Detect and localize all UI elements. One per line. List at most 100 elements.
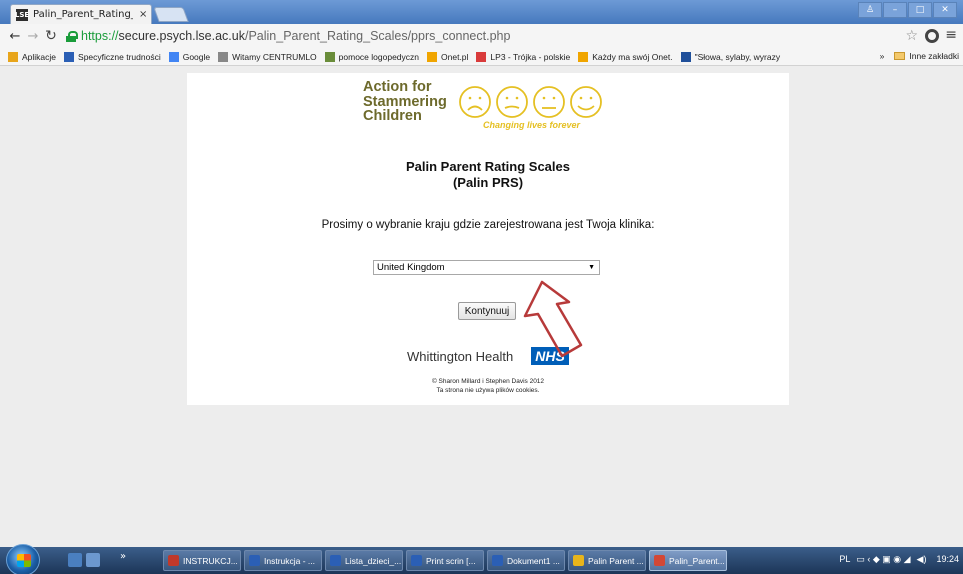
taskbar-item-label: Instrukcja - ... bbox=[264, 555, 316, 566]
new-tab-button[interactable] bbox=[153, 7, 189, 22]
taskbar-item[interactable]: INSTRUKCJ... bbox=[163, 550, 241, 571]
app-icon bbox=[492, 555, 503, 566]
country-prompt: Prosimy o wybranie kraju gdzie zarejestr… bbox=[321, 219, 655, 231]
bookmark-item[interactable]: LP3 - Trójka - polskie bbox=[476, 51, 571, 62]
browser-tab[interactable]: LSE Palin_Parent_Rating_Scale × bbox=[10, 4, 152, 24]
bookmark-label: Każdy ma swój Onet. bbox=[592, 51, 673, 62]
bookmark-item[interactable]: Google bbox=[168, 51, 211, 62]
show-desktop-icon[interactable] bbox=[68, 553, 82, 567]
taskbar-item[interactable]: Lista_dzieci_... bbox=[325, 550, 403, 571]
taskbar-item[interactable]: Dokument1 ... bbox=[487, 550, 565, 571]
forward-arrow-icon[interactable]: → bbox=[24, 29, 42, 44]
url-protocol: https:// bbox=[81, 29, 119, 43]
app-icon bbox=[168, 555, 179, 566]
bookmarks-bar: Aplikacje Specyficzne trudności Google Wita… bbox=[0, 48, 963, 66]
page-title: Palin Parent Rating Scales bbox=[405, 159, 570, 174]
bookmark-icon bbox=[64, 51, 75, 62]
dropdown-caret-icon: ▼ bbox=[588, 264, 595, 271]
reload-icon[interactable]: ↻ bbox=[42, 28, 60, 44]
taskbar-items: INSTRUKCJ... Instrukcja - ... Lista_dzieci… bbox=[163, 550, 727, 571]
tab-close-icon[interactable]: × bbox=[139, 9, 147, 20]
volume-icon[interactable]: ◀) bbox=[917, 554, 927, 565]
minimize-button[interactable]: – bbox=[883, 2, 907, 18]
logo-line: Action for bbox=[363, 79, 432, 95]
bookmarks-more-icon[interactable]: » bbox=[880, 51, 885, 61]
bookmark-star-icon[interactable]: ☆ bbox=[905, 28, 918, 44]
page-subtitle: (Palin PRS) bbox=[452, 175, 524, 190]
nhs-logo: NHS bbox=[531, 347, 569, 365]
app-icon bbox=[573, 555, 584, 566]
wp-icon bbox=[680, 51, 691, 62]
extension-icon[interactable] bbox=[925, 29, 939, 43]
menu-icon[interactable]: ≡ bbox=[945, 27, 957, 43]
taskbar-item-label: Palin_Parent... bbox=[669, 555, 725, 566]
logo-line: Children bbox=[363, 108, 422, 124]
bookmark-item[interactable]: Witamy CENTRUMLO bbox=[218, 51, 317, 62]
window-controls: ♙ – □ ✕ bbox=[858, 2, 957, 18]
language-indicator[interactable]: PL bbox=[839, 554, 850, 565]
country-select[interactable]: United Kingdom ▼ bbox=[373, 260, 600, 275]
image-icon bbox=[324, 51, 335, 62]
bookmarks-overflow: » Inne zakładki bbox=[880, 51, 959, 61]
bookmark-item[interactable]: Specyficzne trudności bbox=[64, 51, 161, 62]
app-icon bbox=[330, 555, 341, 566]
whittington-health-text: Whittington Health bbox=[407, 349, 514, 364]
taskbar-item-label: Palin Parent ... bbox=[588, 555, 644, 566]
tab-title: Palin_Parent_Rating_Scale bbox=[33, 9, 133, 20]
taskbar-item[interactable]: Instrukcja - ... bbox=[244, 550, 322, 571]
switch-windows-icon[interactable] bbox=[86, 553, 100, 567]
taskbar-more-icon[interactable]: » bbox=[120, 551, 126, 565]
address-bar[interactable]: https://secure.psych.lse.ac.uk/Palin_Par… bbox=[81, 29, 510, 43]
start-button[interactable] bbox=[6, 544, 40, 574]
browser-tabstrip: LSE Palin_Parent_Rating_Scale × ♙ – □ ✕ bbox=[0, 0, 963, 24]
bookmark-label: Witamy CENTRUMLO bbox=[232, 51, 317, 62]
maximize-button[interactable]: □ bbox=[908, 2, 932, 18]
taskbar-item-label: INSTRUKCJ... bbox=[183, 555, 238, 566]
app-icon bbox=[654, 555, 665, 566]
bookmark-item[interactable]: "Słowa, sylaby, wyrazy bbox=[680, 51, 781, 62]
lp3-icon bbox=[476, 51, 487, 62]
taskbar-item[interactable]: Print scrin [... bbox=[406, 550, 484, 571]
taskbar-item-label: Print scrin [... bbox=[426, 555, 476, 566]
page-content: Action for Stammering Children Changing … bbox=[187, 73, 789, 405]
clock[interactable]: 19:24 bbox=[936, 554, 959, 565]
bookmark-label: "Słowa, sylaby, wyrazy bbox=[694, 51, 781, 62]
other-bookmarks[interactable]: Inne zakładki bbox=[909, 51, 959, 61]
bookmark-item[interactable]: Onet.pl bbox=[427, 51, 469, 62]
taskbar-item[interactable]: Palin Parent ... bbox=[568, 550, 646, 571]
bookmark-label: Google bbox=[182, 51, 211, 62]
taskbar-item-label: Dokument1 ... bbox=[507, 555, 560, 566]
secure-lock-icon[interactable] bbox=[66, 30, 78, 42]
faces-icon bbox=[459, 86, 602, 118]
onet-icon bbox=[427, 51, 438, 62]
continue-button[interactable]: Kontynuuj bbox=[458, 302, 516, 320]
bookmark-label: LP3 - Trójka - polskie bbox=[490, 51, 571, 62]
back-arrow-icon[interactable]: ← bbox=[6, 29, 24, 44]
bookmark-label: Aplikacje bbox=[22, 51, 57, 62]
cookies-note: Ta strona nie używa plików cookies. bbox=[436, 387, 540, 394]
logo-tagline: Changing lives forever bbox=[483, 120, 581, 130]
windows-taskbar: » INSTRUKCJ... Instrukcja - ... Lista_dzie… bbox=[0, 544, 963, 574]
google-icon bbox=[168, 51, 179, 62]
bookmark-label: Onet.pl bbox=[441, 51, 469, 62]
page-icon bbox=[218, 51, 229, 62]
bookmark-label: pomoce logopedyczn bbox=[338, 51, 420, 62]
app-icon bbox=[249, 555, 260, 566]
user-icon[interactable]: ♙ bbox=[858, 2, 882, 18]
app-icon bbox=[411, 555, 422, 566]
bookmark-item[interactable]: Każdy ma swój Onet. bbox=[578, 51, 673, 62]
asc-logo: Action for Stammering Children Changing … bbox=[363, 80, 613, 136]
bookmark-item[interactable]: pomoce logopedyczn bbox=[324, 51, 420, 62]
bookmark-item[interactable]: Aplikacje bbox=[8, 51, 57, 62]
close-window-button[interactable]: ✕ bbox=[933, 2, 957, 18]
apps-icon bbox=[8, 51, 18, 62]
onet-icon bbox=[578, 51, 589, 62]
browser-toolbar: ← → ↻ https://secure.psych.lse.ac.uk/Pal… bbox=[0, 24, 963, 48]
url-path: /Palin_Parent_Rating_Scales/pprs_connect… bbox=[244, 29, 511, 43]
taskbar-item[interactable]: Palin_Parent... bbox=[649, 550, 727, 571]
tray-icons[interactable]: ▭ ‹ ◆ ▣ ◉ ◢ bbox=[856, 554, 910, 565]
logo-line: Stammering bbox=[363, 93, 447, 110]
lse-favicon-icon: LSE bbox=[14, 8, 30, 21]
url-host: secure.psych.lse.ac.uk bbox=[118, 29, 245, 43]
taskbar-item-label: Lista_dzieci_... bbox=[345, 555, 402, 566]
